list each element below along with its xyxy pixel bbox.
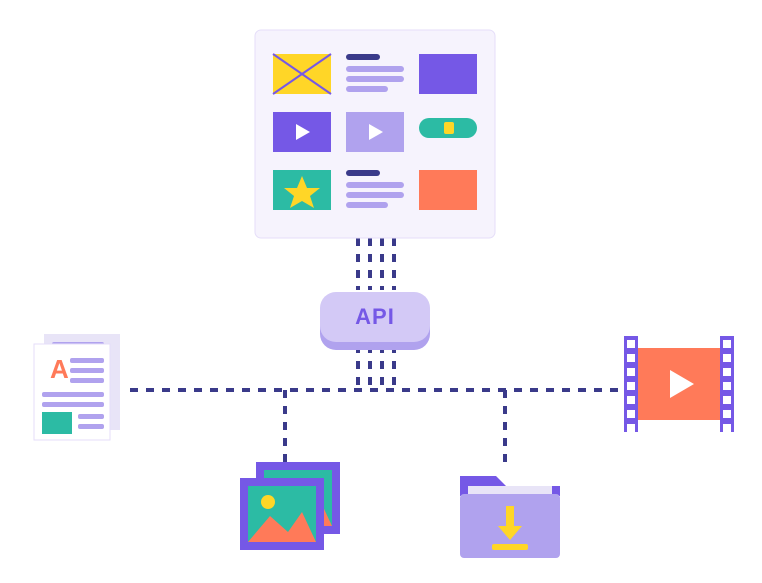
video-purple-icon	[273, 112, 331, 152]
photo-stack-icon	[240, 462, 340, 550]
star-icon	[273, 170, 331, 210]
connectors	[130, 238, 630, 470]
envelope-icon	[273, 54, 331, 94]
tile-orange	[419, 170, 477, 210]
switch-icon	[419, 118, 477, 138]
tile-purple	[419, 54, 477, 94]
document-letter: A	[50, 354, 69, 384]
document-icon: A	[34, 334, 120, 440]
gallery-panel	[255, 30, 495, 238]
film-strip-icon	[624, 336, 734, 432]
api-hub: API	[320, 292, 430, 350]
download-folder-icon	[460, 476, 560, 558]
api-label: API	[355, 304, 395, 329]
video-lavender-icon	[346, 112, 404, 152]
